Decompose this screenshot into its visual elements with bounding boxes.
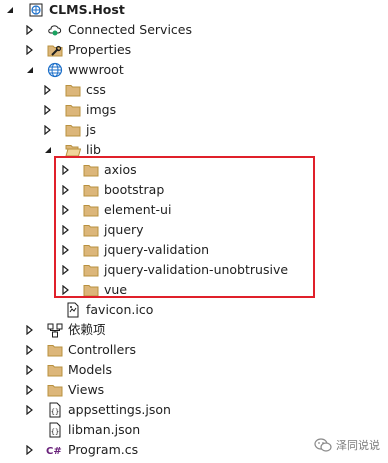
folder-label: Models	[68, 362, 113, 377]
folder-label: imgs	[86, 102, 117, 117]
tree-item-properties[interactable]: Properties	[0, 40, 388, 60]
chevron-expanded-icon[interactable]	[42, 140, 54, 160]
chevron-collapsed-icon[interactable]	[24, 320, 36, 340]
tree-item-favicon[interactable]: favicon.ico	[0, 300, 388, 320]
chevron-expanded-icon[interactable]	[4, 0, 16, 20]
chevron-collapsed-icon[interactable]	[42, 80, 54, 100]
watermark: 泽同说说	[314, 435, 380, 455]
tree-item-js[interactable]: js	[0, 120, 388, 140]
tree-item-dependencies[interactable]: 依赖项	[0, 320, 388, 340]
wwwroot-label: wwwroot	[68, 62, 124, 77]
properties-icon	[47, 42, 63, 58]
chevron-collapsed-icon[interactable]	[42, 120, 54, 140]
folder-label: Controllers	[68, 342, 136, 357]
chevron-collapsed-icon[interactable]	[24, 20, 36, 40]
connected-services-label: Connected Services	[68, 22, 192, 37]
folder-icon	[47, 362, 63, 378]
dependencies-icon	[47, 322, 63, 338]
favicon-file-icon	[65, 302, 81, 318]
csharp-file-icon: C#	[46, 442, 62, 458]
folder-icon	[65, 122, 81, 138]
chevron-collapsed-icon[interactable]	[24, 40, 36, 60]
tree-item-project[interactable]: CLMS.Host	[0, 0, 388, 20]
tree-item-imgs[interactable]: imgs	[0, 100, 388, 120]
chevron-collapsed-icon[interactable]	[24, 380, 36, 400]
tree-item-controllers[interactable]: Controllers	[0, 340, 388, 360]
svg-text:{}: {}	[51, 408, 59, 416]
chevron-collapsed-icon[interactable]	[24, 340, 36, 360]
chevron-expanded-icon[interactable]	[24, 60, 36, 80]
dependencies-label: 依赖项	[68, 322, 106, 337]
watermark-text: 泽同说说	[336, 439, 380, 452]
folder-label: Views	[68, 382, 105, 397]
wechat-icon	[314, 438, 332, 452]
chevron-collapsed-icon[interactable]	[24, 440, 36, 460]
file-label: Program.cs	[68, 442, 139, 457]
globe-icon	[47, 62, 63, 78]
folder-icon	[65, 102, 81, 118]
svg-text:{}: {}	[51, 428, 59, 436]
chevron-collapsed-icon[interactable]	[24, 360, 36, 380]
csharp-project-icon	[28, 2, 44, 18]
folder-icon	[47, 342, 63, 358]
folder-label: js	[86, 122, 96, 137]
chevron-collapsed-icon[interactable]	[24, 400, 36, 420]
json-file-icon: {}	[47, 422, 63, 438]
folder-icon	[65, 82, 81, 98]
file-label: favicon.ico	[86, 302, 154, 317]
tree-item-connected-services[interactable]: Connected Services	[0, 20, 388, 40]
json-file-icon: {}	[47, 402, 63, 418]
file-label: appsettings.json	[68, 402, 171, 417]
project-name: CLMS.Host	[49, 2, 125, 17]
properties-label: Properties	[68, 42, 132, 57]
tree-item-wwwroot[interactable]: wwwroot	[0, 60, 388, 80]
folder-label: css	[86, 82, 106, 97]
file-label: libman.json	[68, 422, 141, 437]
connected-services-icon	[47, 22, 63, 38]
chevron-collapsed-icon[interactable]	[42, 100, 54, 120]
folder-icon	[47, 382, 63, 398]
svg-text:C#: C#	[46, 446, 62, 457]
tree-item-appsettings[interactable]: {} appsettings.json	[0, 400, 388, 420]
tree-item-models[interactable]: Models	[0, 360, 388, 380]
highlight-box	[54, 156, 315, 298]
tree-item-views[interactable]: Views	[0, 380, 388, 400]
tree-item-css[interactable]: css	[0, 80, 388, 100]
